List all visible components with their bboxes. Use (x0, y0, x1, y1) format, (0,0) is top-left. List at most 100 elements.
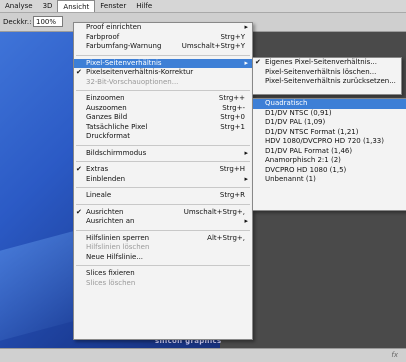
submenu-arrow-icon: ▸ (244, 58, 248, 67)
menu-item-d1-dv-ntsc-0-91[interactable]: D1/DV NTSC (0,91) (253, 109, 406, 119)
menu-separator (76, 203, 250, 205)
menu-item-label: Slices fixieren (86, 269, 135, 277)
checkmark-icon: ✔ (255, 58, 261, 66)
menu-item-label: Pixel-Seitenverhältnis zurücksetzen... (265, 77, 396, 85)
menu-item-label: Ausrichten an (86, 217, 135, 225)
menu-item-unbenannt-1[interactable]: Unbenannt (1) (253, 175, 406, 185)
shortcut-text: Strg+- (222, 103, 245, 112)
shortcut-text: Strg+Y (220, 32, 245, 41)
submenu-arrow-icon: ▸ (244, 148, 248, 157)
menu-item-d1-dv-ntsc-format-1-21[interactable]: D1/DV NTSC Format (1,21) (253, 128, 406, 138)
menu-item-proof-einrichten[interactable]: Proof einrichten ▸ (74, 23, 252, 33)
menu-fenster[interactable]: Fenster (95, 0, 131, 12)
pixel-aspect-submenu-presets: Quadratisch D1/DV NTSC (0,91) D1/DV PAL (1… (252, 98, 406, 211)
menu-item-pixelseitenverhältnis-korrektur[interactable]: ✔ Pixelseitenverhältnis-Korrektur (74, 68, 252, 78)
status-bar: fx (0, 348, 406, 362)
menu-bar: Analyse 3D Ansicht Fenster Hilfe (0, 0, 406, 13)
menu-item-label: Pixelseitenverhältnis-Korrektur (86, 68, 194, 76)
menu-hilfe[interactable]: Hilfe (131, 0, 157, 12)
menu-item-farbproof[interactable]: Farbproof Strg+Y (74, 33, 252, 43)
menu-separator (76, 90, 250, 91)
menu-item-slices-fixieren[interactable]: Slices fixieren (74, 269, 252, 279)
menu-item-label: Lineale (86, 191, 112, 199)
menu-item-extras[interactable]: ✔ Extras Strg+H (74, 165, 252, 175)
menu-separator (76, 229, 250, 231)
shortcut-text: Strg+H (219, 165, 245, 173)
menu-item-label: Extras (86, 165, 109, 173)
menu-item-dvcpro-hd-1080-1-5[interactable]: DVCPRO HD 1080 (1,5) (253, 166, 406, 176)
shortcut-text: Strg+0 (220, 113, 245, 121)
menu-item-label: Farbproof (86, 32, 120, 41)
submenu-arrow-icon: ▸ (244, 23, 248, 31)
menu-item-lineale[interactable]: Lineale Strg+R (74, 191, 252, 201)
menu-item-farbumfang-warnung[interactable]: Farbumfang-Warnung Umschalt+Strg+Y (74, 42, 252, 52)
menu-item-label: Ganzes Bild (86, 113, 128, 121)
menu-item-label: Druckformat (86, 132, 130, 140)
opacity-label: Deckkr.: (3, 18, 32, 26)
menu-separator (76, 265, 250, 266)
menu-item-32-bit-vorschauoptionen: 32-Bit-Vorschauoptionen... (74, 78, 252, 88)
menu-item-auszoomen[interactable]: Auszoomen Strg+- (74, 104, 252, 114)
menu-item-ausrichten[interactable]: ✔ Ausrichten Umschalt+Strg+, (74, 208, 252, 218)
menu-item-label: Hilfslinien löschen (86, 243, 150, 251)
menu-item-tatsächliche-pixel[interactable]: Tatsächliche Pixel Strg+1 (74, 123, 252, 133)
checkmark-icon: ✔ (76, 165, 82, 173)
menu-item-label: Neue Hilfslinie... (86, 252, 144, 261)
submenu-arrow-icon: ▸ (244, 174, 248, 183)
fx-icon[interactable]: fx (391, 351, 398, 359)
menu-item-label: Bildschirmmodus (86, 148, 147, 157)
submenu-arrow-icon: ▸ (244, 217, 248, 225)
menu-separator (76, 54, 250, 56)
checkmark-icon: ✔ (76, 207, 82, 216)
menu-item-einblenden[interactable]: Einblenden ▸ (74, 175, 252, 185)
menu-item-slices-löschen: Slices löschen (74, 279, 252, 289)
menu-item-ganzes-bild[interactable]: Ganzes Bild Strg+0 (74, 113, 252, 123)
menu-separator (76, 144, 250, 146)
menu-item-label: Auszoomen (86, 103, 127, 112)
menu-item-druckformat[interactable]: Druckformat (74, 132, 252, 142)
menu-item-pixel-seitenverhältnis-zurücksetzen[interactable]: Pixel-Seitenverhältnis zurücksetzen... (253, 77, 401, 87)
menu-item-label: HDV 1080/DVCPRO HD 720 (1,33) (265, 137, 384, 145)
menu-item-ausrichten-an[interactable]: Ausrichten an ▸ (74, 217, 252, 227)
menu-item-label: Anamorphisch 2:1 (2) (265, 156, 341, 164)
menu-item-d1-dv-pal-1-09[interactable]: D1/DV PAL (1,09) (253, 118, 406, 128)
menu-item-label: Unbenannt (1) (265, 175, 316, 183)
checkmark-icon: ✔ (76, 68, 82, 76)
menu-item-hilfslinien-löschen: Hilfslinien löschen (74, 243, 252, 253)
menu-ansicht[interactable]: Ansicht (57, 0, 96, 12)
menu-item-label: D1/DV PAL Format (1,46) (265, 146, 353, 155)
menu-item-quadratisch[interactable]: Quadratisch (253, 99, 406, 109)
menu-item-d1-dv-pal-format-1-46[interactable]: D1/DV PAL Format (1,46) (253, 147, 406, 157)
menu-item-label: Pixel-Seitenverhältnis (86, 58, 162, 67)
menu-item-label: Ausrichten (86, 207, 124, 216)
menu-item-label: 32-Bit-Vorschauoptionen... (86, 77, 179, 86)
shortcut-text: Strg+1 (220, 122, 245, 131)
menu-item-neue-hilfslinie[interactable]: Neue Hilfslinie... (74, 253, 252, 263)
menu-item-label: Eigenes Pixel-Seitenverhältnis... (265, 58, 377, 66)
menu-item-label: Tatsächliche Pixel (86, 122, 148, 131)
menu-item-label: D1/DV NTSC Format (1,21) (265, 127, 359, 136)
menu-item-label: Slices löschen (86, 278, 136, 287)
shortcut-text: Umschalt+Strg+, (183, 207, 245, 216)
menu-item-hdv-1080-dvcpro-hd-720-1-33[interactable]: HDV 1080/DVCPRO HD 720 (1,33) (253, 137, 406, 147)
menu-item-label: DVCPRO HD 1080 (1,5) (265, 165, 347, 174)
menu-separator (76, 187, 250, 188)
menu-item-hilfslinien-sperren[interactable]: Hilfslinien sperren Alt+Strg+, (74, 234, 252, 244)
menu-item-pixel-seitenverhältnis[interactable]: Pixel-Seitenverhältnis ▸ (74, 58, 252, 68)
menu-item-eigenes-pixel-seitenverhältnis[interactable]: ✔ Eigenes Pixel-Seitenverhältnis... (253, 58, 401, 68)
menu-item-pixel-seitenverhältnis-löschen[interactable]: Pixel-Seitenverhältnis löschen... (253, 68, 401, 78)
menu-item-anamorphisch-2-1-2[interactable]: Anamorphisch 2:1 (2) (253, 156, 406, 166)
ansicht-menu: Proof einrichten ▸ Farbproof Strg+Y Farbumfa… (73, 22, 253, 340)
menu-item-label: Einzoomen (86, 94, 125, 102)
shortcut-text: Strg++ (218, 94, 245, 102)
menu-3d[interactable]: 3D (38, 0, 58, 12)
menu-analyse[interactable]: Analyse (0, 0, 38, 12)
menu-item-label: Hilfslinien sperren (86, 233, 150, 242)
menu-item-bildschirmmodus[interactable]: Bildschirmmodus ▸ (74, 149, 252, 159)
shortcut-text: Umschalt+Strg+Y (181, 42, 245, 50)
menu-item-label: Pixel-Seitenverhältnis löschen... (265, 67, 377, 76)
menu-item-label: D1/DV PAL (1,09) (265, 118, 326, 126)
menu-item-label: Einblenden (86, 174, 126, 183)
opacity-input[interactable]: 100% (33, 16, 63, 27)
menu-item-einzoomen[interactable]: Einzoomen Strg++ (74, 94, 252, 104)
